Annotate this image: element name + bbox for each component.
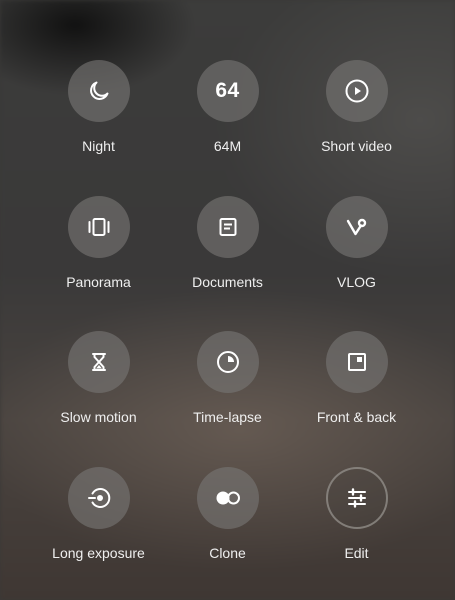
front-back-icon bbox=[345, 350, 369, 374]
clone-icon bbox=[213, 488, 243, 508]
mode-time-lapse-label: Time-lapse bbox=[193, 409, 262, 425]
mode-front-back[interactable]: Front & back bbox=[292, 331, 421, 467]
mode-panorama[interactable]: Panorama bbox=[34, 195, 163, 332]
mode-time-lapse-button[interactable] bbox=[196, 331, 259, 393]
mode-long-exposure-label: Long exposure bbox=[52, 544, 145, 561]
mode-long-exposure-button[interactable] bbox=[67, 466, 130, 529]
mode-night[interactable]: Night bbox=[34, 60, 163, 196]
mode-panorama-button[interactable] bbox=[67, 195, 130, 258]
hourglass-icon bbox=[87, 350, 111, 374]
mode-night-button[interactable] bbox=[67, 60, 130, 122]
mode-edit-label: Edit bbox=[344, 544, 369, 561]
mode-slow-motion-button[interactable] bbox=[67, 331, 130, 393]
mode-front-back-label: Front & back bbox=[316, 409, 397, 425]
mode-short-video[interactable]: Short video bbox=[292, 60, 421, 196]
mode-documents-button[interactable] bbox=[196, 195, 259, 258]
mode-slow-motion[interactable]: Slow motion bbox=[34, 331, 163, 467]
edit-button[interactable] bbox=[325, 466, 388, 529]
mode-edit[interactable]: Edit bbox=[292, 466, 421, 600]
vlog-icon bbox=[344, 215, 370, 239]
panorama-icon bbox=[86, 215, 112, 239]
64m-icon: 64 bbox=[215, 79, 240, 102]
moon-icon bbox=[87, 79, 111, 103]
long-exposure-icon bbox=[86, 485, 112, 511]
sliders-icon bbox=[345, 486, 369, 510]
mode-clone-button[interactable] bbox=[196, 466, 259, 529]
mode-documents[interactable]: Documents bbox=[163, 195, 292, 332]
mode-front-back-button[interactable] bbox=[325, 331, 388, 393]
mode-64m-label: 64M bbox=[213, 138, 242, 154]
mode-night-label: Night bbox=[82, 138, 115, 154]
mode-64m-button[interactable]: 64 bbox=[196, 60, 259, 122]
mode-short-video-button[interactable] bbox=[325, 60, 388, 122]
camera-mode-grid: Night 64 64M Short video Panorama Docume… bbox=[34, 60, 422, 600]
mode-long-exposure[interactable]: Long exposure bbox=[34, 466, 163, 600]
mode-panorama-label: Panorama bbox=[66, 273, 131, 290]
play-circle-icon bbox=[344, 78, 370, 104]
mode-documents-label: Documents bbox=[192, 273, 263, 290]
mode-time-lapse[interactable]: Time-lapse bbox=[163, 331, 292, 467]
mode-short-video-label: Short video bbox=[321, 138, 392, 154]
mode-clone[interactable]: Clone bbox=[163, 466, 292, 600]
mode-slow-motion-label: Slow motion bbox=[60, 409, 137, 425]
mode-vlog-label: VLOG bbox=[337, 273, 376, 290]
mode-64m[interactable]: 64 64M bbox=[163, 60, 292, 196]
mode-vlog[interactable]: VLOG bbox=[292, 195, 421, 332]
timer-icon bbox=[215, 349, 241, 375]
document-icon bbox=[216, 215, 240, 239]
mode-clone-label: Clone bbox=[209, 544, 246, 561]
mode-vlog-button[interactable] bbox=[325, 195, 388, 258]
